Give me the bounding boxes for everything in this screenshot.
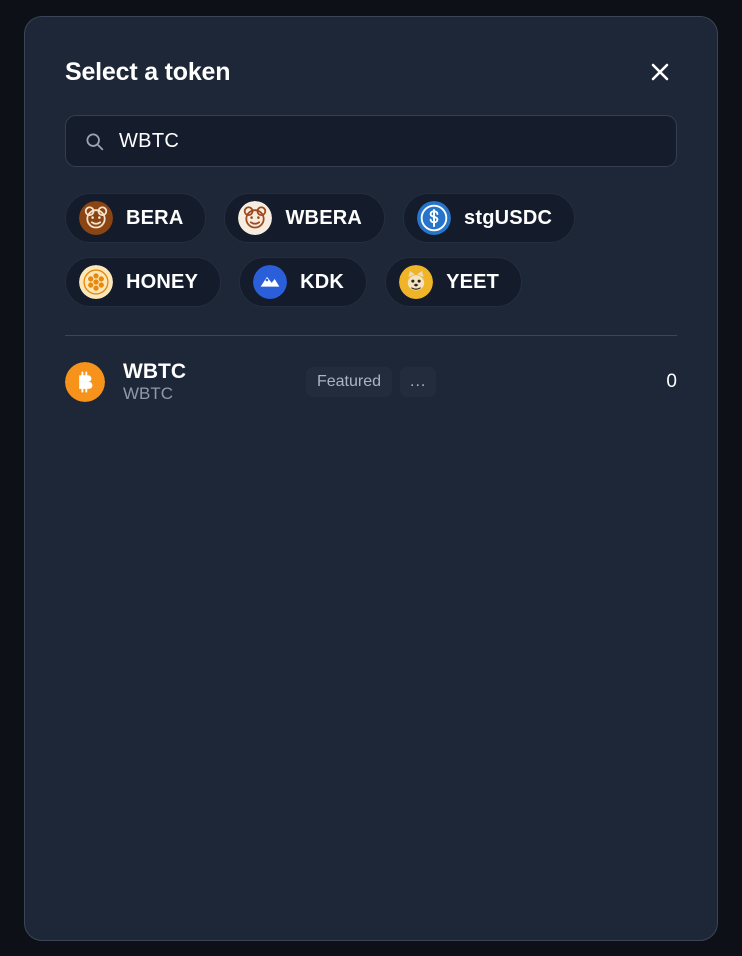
kdk-icon (253, 265, 288, 299)
modal-backdrop: Select a token WBTC BERA WBERA stgUSDC H… (0, 0, 742, 956)
search-box[interactable] (65, 115, 677, 167)
token-identity: WBTC WBTC (123, 360, 186, 404)
page-title: Select a token (65, 57, 231, 86)
close-icon[interactable] (643, 55, 677, 89)
honey-icon (79, 265, 113, 299)
chip-wbera[interactable]: WBERA (224, 193, 386, 243)
more-badges-button[interactable]: ... (400, 367, 437, 397)
token-row-wbtc[interactable]: WBTC WBTC Featured ... 0 (65, 350, 677, 414)
token-balance: 0 (666, 371, 677, 392)
chip-label: stgUSDC (464, 206, 553, 229)
modal-header: Select a token (25, 17, 717, 89)
search-icon (84, 131, 105, 152)
bera-icon (79, 201, 113, 235)
chip-honey[interactable]: HONEY (65, 257, 222, 307)
chip-label: KDK (300, 270, 345, 293)
usdc-icon (417, 201, 452, 235)
token-badges: Featured ... (305, 367, 437, 397)
chip-bera[interactable]: BERA (65, 193, 207, 243)
chip-label: HONEY (126, 270, 199, 293)
token-name: WBTC (123, 384, 174, 404)
chip-label: YEET (446, 270, 500, 293)
token-symbol: WBTC (123, 360, 186, 384)
chip-kdk[interactable]: KDK (239, 257, 368, 307)
chip-yeet[interactable]: YEET (385, 257, 523, 307)
quick-token-chips: BERA WBERA stgUSDC HONEY KDK YEET (25, 167, 717, 307)
chip-stgusdc[interactable]: stgUSDC (403, 193, 576, 243)
yeet-icon (399, 265, 434, 299)
search-input[interactable] (119, 129, 658, 153)
chip-label: BERA (126, 206, 184, 229)
chip-label: WBERA (285, 206, 363, 229)
search-section (25, 89, 717, 167)
token-result-list: WBTC WBTC Featured ... 0 (25, 336, 717, 414)
wbtc-icon (65, 362, 105, 402)
select-token-modal: Select a token WBTC BERA WBERA stgUSDC H… (24, 16, 718, 941)
status-badge-featured[interactable]: Featured (305, 367, 393, 397)
wbera-icon (238, 201, 273, 235)
